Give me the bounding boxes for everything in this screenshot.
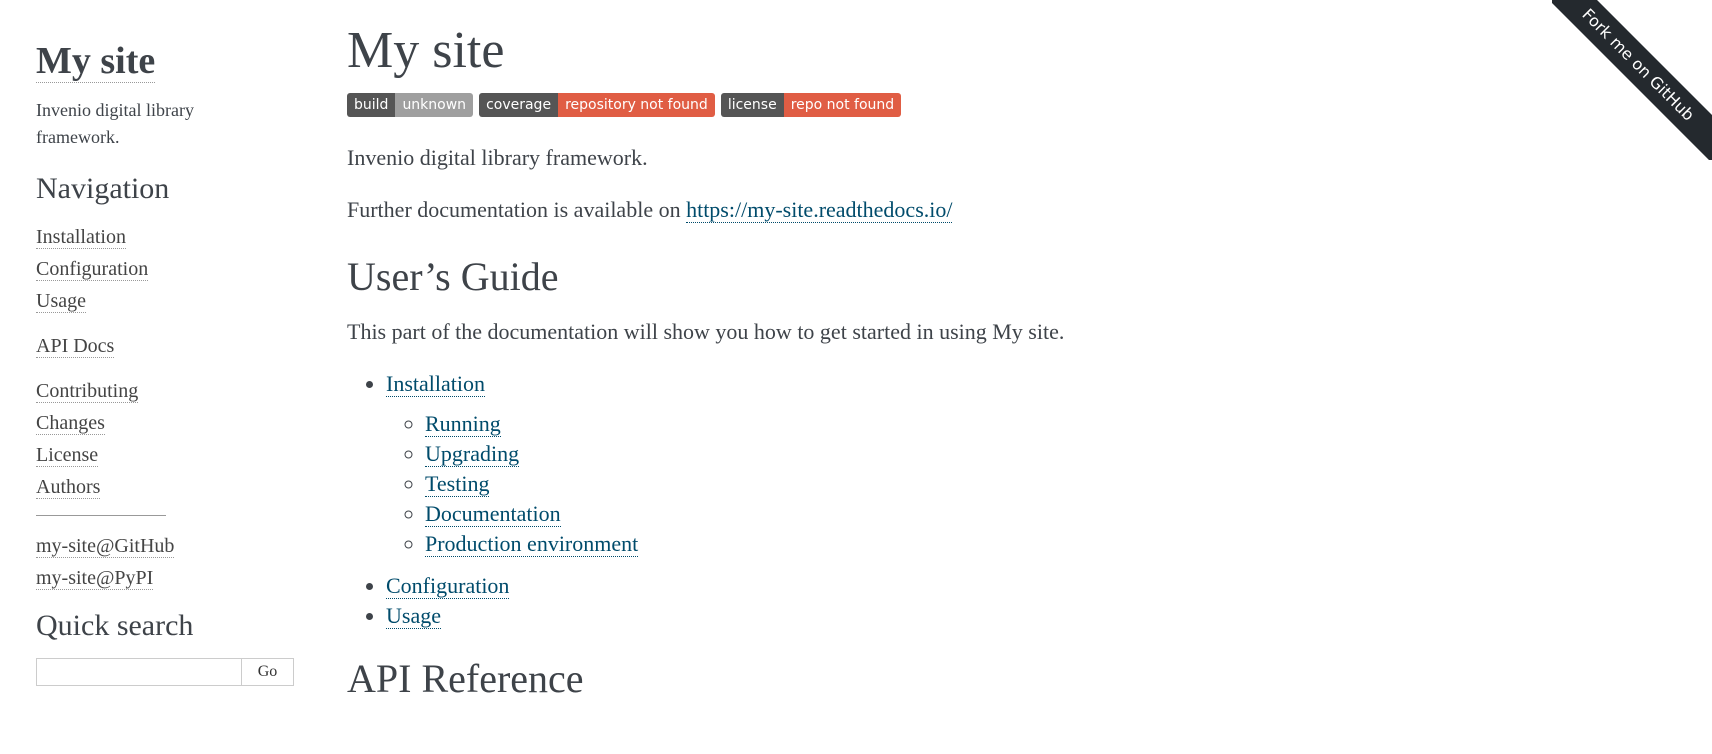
guide-link-configuration[interactable]: Configuration [386, 573, 510, 600]
doc-paragraph: Further documentation is available on ht… [347, 195, 1347, 225]
quick-search-heading: Quick search [36, 608, 194, 642]
nav-link-usage[interactable]: Usage [36, 289, 86, 313]
nav-link-api-docs[interactable]: API Docs [36, 334, 115, 358]
guide-link-usage[interactable]: Usage [386, 603, 441, 630]
badge-value: unknown [395, 93, 474, 118]
guide-link-running[interactable]: Running [425, 411, 501, 438]
nav-link-authors[interactable]: Authors [36, 475, 101, 499]
badge-label: build [347, 93, 396, 118]
nav-link-license[interactable]: License [36, 443, 99, 467]
badge-value: repository not found [558, 93, 715, 118]
site-tagline: Invenio digital library framework. [36, 99, 194, 147]
guide-link-upgrading[interactable]: Upgrading [425, 441, 520, 468]
guide-link-production-environment[interactable]: Production environment [425, 531, 639, 558]
guide-link-testing[interactable]: Testing [425, 471, 490, 498]
search-go-button[interactable]: Go [242, 657, 294, 686]
nav-link-configuration[interactable]: Configuration [36, 257, 149, 281]
nav-link-changes[interactable]: Changes [36, 411, 105, 435]
sidebar: My site Invenio digital library framewor… [36, 36, 306, 686]
guide-list: Installation Running Upgrading Testing D… [347, 369, 1347, 631]
sidebar-divider [36, 514, 166, 516]
list-item: Usage [386, 601, 1347, 631]
navigation-heading: Navigation [36, 171, 170, 205]
readthedocs-link[interactable]: https://my-site.readthedocs.io/ [686, 197, 953, 224]
coverage-badge[interactable]: coverage repository not found [479, 93, 715, 118]
search-input[interactable] [36, 657, 242, 686]
nav-link-installation[interactable]: Installation [36, 225, 126, 249]
quick-search-form: Go [36, 657, 306, 686]
installation-sublist: Running Upgrading Testing Documentation … [386, 409, 1347, 559]
site-logo-link[interactable]: My site [36, 41, 156, 83]
guide-link-installation[interactable]: Installation [386, 371, 485, 398]
fork-me-on-github-ribbon[interactable]: Fork me on GitHub [1552, 0, 1712, 160]
external-links: my-site@GitHub my-site@PyPI [36, 530, 306, 594]
nav-list-main: Installation Configuration Usage [36, 221, 306, 317]
page-title: My site [347, 22, 505, 79]
api-reference-heading: API Reference [347, 656, 584, 702]
fork-ribbon-container: Fork me on GitHub [1552, 0, 1712, 160]
github-link[interactable]: my-site@GitHub [36, 534, 175, 558]
badge-row: build unknown coverage repository not fo… [347, 93, 1347, 118]
badge-value: repo not found [783, 93, 902, 118]
doc-prefix-text: Further documentation is available on [347, 197, 687, 223]
pypi-link[interactable]: my-site@PyPI [36, 566, 154, 590]
users-guide-text: This part of the documentation will show… [347, 319, 1065, 345]
nav-list-extra: Contributing Changes License Authors [36, 375, 306, 503]
badge-label: license [720, 93, 784, 118]
build-badge[interactable]: build unknown [347, 93, 474, 118]
nav-link-contributing[interactable]: Contributing [36, 379, 139, 403]
intro-text: Invenio digital library framework. [347, 145, 648, 171]
users-guide-heading: User’s Guide [347, 254, 559, 300]
main-content: My site build unknown coverage repositor… [347, 22, 1347, 719]
badge-label: coverage [479, 93, 559, 118]
license-badge[interactable]: license repo not found [720, 93, 902, 118]
guide-link-documentation[interactable]: Documentation [425, 501, 561, 528]
list-item: Configuration [386, 571, 1347, 601]
nav-list-api: API Docs [36, 330, 306, 362]
list-item: Installation Running Upgrading Testing D… [386, 369, 1347, 559]
